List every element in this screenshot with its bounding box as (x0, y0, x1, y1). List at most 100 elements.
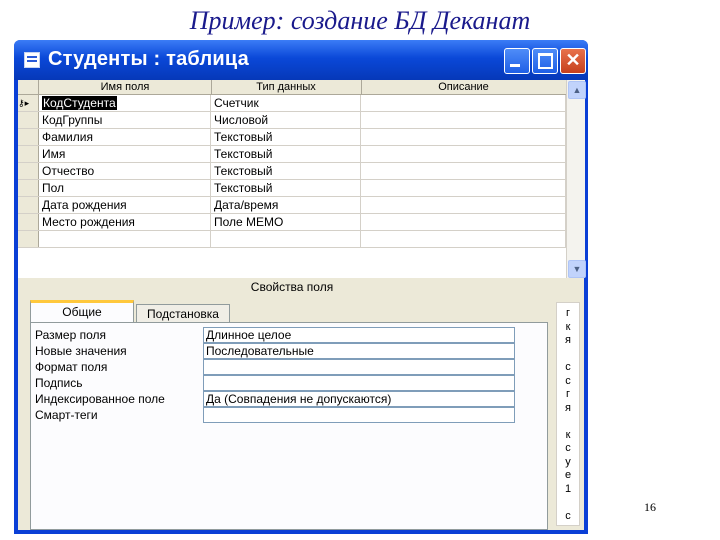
minimize-button[interactable] (504, 48, 530, 74)
maximize-button[interactable] (532, 48, 558, 74)
description-cell[interactable] (361, 197, 566, 213)
property-value-field[interactable] (203, 407, 515, 423)
tab-lookup[interactable]: Подстановка (136, 304, 230, 322)
data-type-cell[interactable] (211, 231, 361, 247)
col-header-description[interactable]: Описание (361, 80, 567, 94)
description-cell[interactable] (361, 214, 566, 230)
grid-row[interactable]: Дата рождения Дата/время (18, 197, 566, 214)
data-type-cell[interactable]: Счетчик (211, 95, 361, 111)
grid-row[interactable] (18, 231, 566, 248)
field-name-text: КодСтудента (42, 96, 117, 110)
window-client: Имя поля Тип данных Описание ⚷▸ КодСтуде… (18, 80, 586, 530)
field-name-cell[interactable]: Место рождения (39, 214, 211, 230)
property-label: Размер поля (35, 328, 106, 342)
grid-row[interactable]: Место рождения Поле MEMO (18, 214, 566, 231)
minimize-icon (510, 64, 520, 67)
tab-general[interactable]: Общие (30, 300, 134, 322)
properties-panel: Общие Подстановка Размер поля Длинное це… (18, 296, 552, 530)
grid-header: Имя поля Тип данных Описание (18, 80, 567, 95)
property-label: Новые значения (35, 344, 127, 358)
hint-char: у (565, 455, 571, 468)
hint-char: с (565, 509, 571, 522)
field-name-cell[interactable]: КодГруппы (39, 112, 211, 128)
property-value-field[interactable]: Да (Совпадения не допускаются) (203, 391, 515, 407)
description-cell[interactable] (361, 163, 566, 179)
field-name-cell[interactable]: Имя (39, 146, 211, 162)
grid-row[interactable]: Фамилия Текстовый (18, 129, 566, 146)
header-selector (18, 80, 39, 94)
grid-row[interactable]: Пол Текстовый (18, 180, 566, 197)
field-name-cell[interactable]: Пол (39, 180, 211, 196)
property-row: Новые значения Последовательные (31, 343, 531, 359)
description-cell[interactable] (361, 129, 566, 145)
property-label: Смарт-теги (35, 408, 98, 422)
title-bar[interactable]: Студенты : таблица ✕ (14, 40, 588, 80)
data-type-cell[interactable]: Текстовый (211, 163, 361, 179)
description-cell[interactable] (361, 95, 566, 111)
hint-char: с (565, 442, 571, 454)
property-hint-area: гкяссгяксуе1с (552, 296, 584, 530)
property-value-field[interactable] (203, 359, 515, 375)
field-name-cell[interactable]: КодСтудента (39, 95, 211, 111)
grid-row[interactable]: КодГруппы Числовой (18, 112, 566, 129)
hint-char: я (565, 334, 571, 346)
close-icon: ✕ (565, 50, 581, 70)
scroll-down-icon[interactable]: ▼ (568, 260, 586, 278)
hint-char: с (565, 374, 571, 387)
scroll-up-icon[interactable]: ▲ (568, 81, 586, 99)
property-row: Индексированное поле Да (Совпадения не д… (31, 391, 531, 407)
field-name-cell[interactable]: Фамилия (39, 129, 211, 145)
general-tab-page: Размер поля Длинное целое Новые значения… (30, 322, 548, 530)
property-hint-text: гкяссгяксуе1с (556, 302, 580, 526)
property-value-field[interactable] (203, 375, 515, 391)
row-selector[interactable] (18, 197, 39, 213)
hint-char: к (565, 428, 571, 441)
table-icon (24, 52, 40, 68)
property-label: Подпись (35, 376, 83, 390)
grid-row[interactable]: Имя Текстовый (18, 146, 566, 163)
field-name-cell[interactable]: Дата рождения (39, 197, 211, 213)
property-row: Подпись (31, 375, 531, 391)
col-header-data-type[interactable]: Тип данных (211, 80, 362, 94)
close-button[interactable]: ✕ (560, 48, 586, 74)
grid-row[interactable]: Отчество Текстовый (18, 163, 566, 180)
property-value-field[interactable]: Длинное целое (203, 327, 515, 343)
row-selector[interactable] (18, 214, 39, 230)
field-name-cell[interactable]: Отчество (39, 163, 211, 179)
row-selector[interactable] (18, 146, 39, 162)
field-name-cell[interactable] (39, 231, 211, 247)
data-type-cell[interactable]: Поле MEMO (211, 214, 361, 230)
data-type-cell[interactable]: Числовой (211, 112, 361, 128)
data-type-cell[interactable]: Текстовый (211, 146, 361, 162)
row-selector[interactable] (18, 180, 39, 196)
hint-char: е (564, 469, 572, 481)
row-selector[interactable] (18, 231, 39, 247)
hint-char: 1 (564, 482, 572, 495)
page-number: 16 (644, 500, 656, 514)
data-type-cell[interactable]: Текстовый (211, 129, 361, 145)
key-icon[interactable]: ⚷▸ (18, 95, 39, 111)
property-label: Формат поля (35, 360, 108, 374)
property-row: Смарт-теги (31, 407, 531, 423)
hint-char: г (565, 307, 570, 319)
col-header-field-name[interactable]: Имя поля (39, 80, 212, 94)
data-type-cell[interactable]: Дата/время (211, 197, 361, 213)
row-selector[interactable] (18, 163, 39, 179)
row-selector[interactable] (18, 129, 39, 145)
property-value-field[interactable]: Последовательные (203, 343, 515, 359)
property-label: Индексированное поле (35, 392, 165, 406)
row-selector[interactable] (18, 112, 39, 128)
grid-vertical-scrollbar[interactable]: ▲ ▼ (566, 80, 586, 278)
description-cell[interactable] (361, 146, 566, 162)
grid-row[interactable]: ⚷▸ КодСтудента Счетчик (18, 95, 566, 112)
table-design-window: Студенты : таблица ✕ Имя поля Тип данных… (14, 40, 588, 534)
hint-char: с (565, 361, 571, 373)
hint-char: г (565, 388, 570, 400)
data-type-cell[interactable]: Текстовый (211, 180, 361, 196)
hint-char: к (565, 320, 571, 333)
description-cell[interactable] (361, 112, 566, 128)
description-cell[interactable] (361, 231, 566, 247)
hint-char: я (565, 401, 571, 414)
window-title: Студенты : таблица (48, 48, 249, 70)
description-cell[interactable] (361, 180, 566, 196)
